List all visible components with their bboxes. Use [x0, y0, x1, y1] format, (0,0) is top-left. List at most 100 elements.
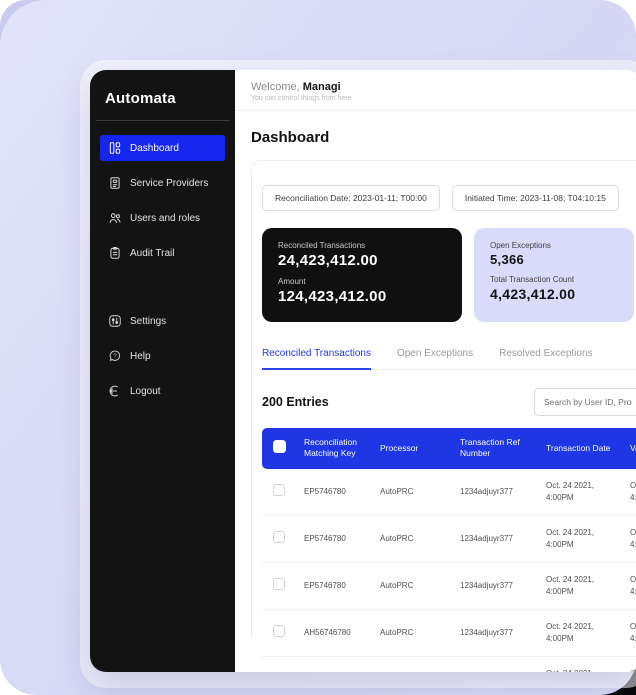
sidebar-item-label: Help	[130, 351, 151, 362]
dashboard-panel: Reconciliation Date: 2023-01-11; T00:00 …	[251, 160, 636, 638]
sidebar-item-help[interactable]: ? Help	[100, 343, 225, 369]
column-header: Transaction Ref Number	[452, 428, 538, 469]
sidebar-item-label: Audit Trail	[130, 248, 174, 259]
sidebar-divider	[96, 120, 229, 121]
stat-value: 4,423,412.00	[490, 286, 618, 302]
column-header: Value Date	[622, 428, 636, 469]
row-checkbox[interactable]	[273, 625, 285, 637]
sidebar-footer: Settings ? Help Logout	[100, 308, 225, 404]
stat-value: 5,366	[490, 252, 618, 267]
cell-ref-number: 1234adjuyr377	[452, 515, 538, 562]
dashboard-icon	[108, 141, 122, 155]
cell-processor: AutoPRC	[372, 469, 452, 516]
table-row[interactable]: EP5746780 AutoPRC 1234adjuyr377 Oct. 24 …	[262, 656, 636, 672]
reconciliation-date-chip[interactable]: Reconciliation Date: 2023-01-11; T00:00	[262, 185, 440, 211]
cell-processor: AutoPRC	[372, 656, 452, 672]
sidebar-item-label: Service Providers	[130, 178, 208, 189]
main-content: Welcome, Managi You can control things f…	[235, 70, 636, 672]
cell-transaction-date: Oct. 24 2021, 4:00PM	[538, 609, 622, 656]
sidebar-item-label: Settings	[130, 316, 166, 327]
tab-resolved-exceptions[interactable]: Resolved Exceptions	[499, 348, 592, 369]
cell-value-date: Oct. 24 2021, 4:00PM	[622, 469, 636, 516]
cell-ref-number: 1234adjuyr377	[452, 656, 538, 672]
welcome-prefix: Welcome,	[251, 81, 300, 93]
transactions-table: Reconciliation Matching Key Processor Tr…	[262, 428, 636, 672]
row-checkbox[interactable]	[273, 531, 285, 543]
top-bar: Welcome, Managi You can control things f…	[235, 70, 636, 111]
help-icon: ?	[108, 349, 122, 363]
cell-transaction-date: Oct. 24 2021, 4:00PM	[538, 656, 622, 672]
stat-label: Reconciled Transactions	[278, 241, 446, 250]
audit-trail-icon	[108, 246, 122, 260]
cell-value-date: Oct. 24 2021, 4:00PM	[622, 609, 636, 656]
cell-value-date: Oct. 24 2021, 4:00PM	[622, 515, 636, 562]
search-input[interactable]	[534, 388, 636, 416]
table-row[interactable]: EP5746780 AutoPRC 1234adjuyr377 Oct. 24 …	[262, 515, 636, 562]
stat-label: Amount	[278, 277, 446, 286]
username: Managi	[303, 81, 341, 93]
table-row[interactable]: EP5746780 AutoPRC 1234adjuyr377 Oct. 24 …	[262, 562, 636, 609]
cell-processor: AutoPRC	[372, 609, 452, 656]
cell-matching-key: EP5746780	[296, 656, 372, 672]
stat-label: Open Exceptions	[490, 241, 618, 250]
cell-matching-key: EP5746780	[296, 469, 372, 516]
tab-bar: Reconciled Transactions Open Exceptions …	[262, 348, 636, 370]
stat-value: 124,423,412.00	[278, 288, 446, 305]
logout-icon	[108, 384, 122, 398]
cell-matching-key: AH56746780	[296, 609, 372, 656]
tab-open-exceptions[interactable]: Open Exceptions	[397, 348, 473, 369]
sidebar-item-logout[interactable]: Logout	[100, 378, 225, 404]
welcome-subtitle: You can control things from here	[251, 95, 626, 102]
stat-label: Total Transaction Count	[490, 275, 618, 284]
service-providers-icon	[108, 176, 122, 190]
svg-text:?: ?	[113, 353, 116, 359]
welcome-text: Welcome, Managi	[251, 81, 626, 93]
select-all-checkbox[interactable]	[273, 440, 286, 453]
sidebar-item-users-and-roles[interactable]: Users and roles	[100, 205, 225, 231]
cell-matching-key: EP5746780	[296, 562, 372, 609]
table-row[interactable]: EP5746780 AutoPRC 1234adjuyr377 Oct. 24 …	[262, 469, 636, 516]
users-icon	[108, 211, 122, 225]
cell-ref-number: 1234adjuyr377	[452, 609, 538, 656]
app-window: Automata Dashboard Service Providers	[90, 70, 636, 672]
sidebar-item-dashboard[interactable]: Dashboard	[100, 135, 225, 161]
cell-ref-number: 1234adjuyr377	[452, 469, 538, 516]
reconciled-transactions-card: Reconciled Transactions 24,423,412.00 Am…	[262, 228, 462, 322]
sidebar-item-label: Dashboard	[130, 143, 179, 154]
table-header-row: Reconciliation Matching Key Processor Tr…	[262, 428, 636, 469]
open-exceptions-card: Open Exceptions 5,366 Total Transaction …	[474, 228, 634, 322]
row-checkbox[interactable]	[273, 484, 285, 496]
sidebar-item-label: Users and roles	[130, 213, 200, 224]
filter-chips: Reconciliation Date: 2023-01-11; T00:00 …	[262, 185, 636, 211]
stat-value: 24,423,412.00	[278, 252, 446, 269]
column-header: Processor	[372, 428, 452, 469]
sidebar-item-service-providers[interactable]: Service Providers	[100, 170, 225, 196]
column-header: Reconciliation Matching Key	[296, 428, 372, 469]
sidebar-item-label: Logout	[130, 386, 161, 397]
row-checkbox[interactable]	[273, 578, 285, 590]
cell-value-date: Oct. 24 2021, 4:00PM	[622, 562, 636, 609]
entries-count: 200 Entries	[262, 395, 329, 409]
entries-row: 200 Entries	[262, 388, 636, 416]
initiated-time-chip[interactable]: Initiated Time: 2023-11-08; T04:10:15	[452, 185, 619, 211]
cell-transaction-date: Oct. 24 2021, 4:00PM	[538, 562, 622, 609]
cell-ref-number: 1234adjuyr377	[452, 562, 538, 609]
cell-transaction-date: Oct. 24 2021, 4:00PM	[538, 469, 622, 516]
cell-transaction-date: Oct. 24 2021, 4:00PM	[538, 515, 622, 562]
cell-matching-key: EP5746780	[296, 515, 372, 562]
column-header: Transaction Date	[538, 428, 622, 469]
window-halo: Automata Dashboard Service Providers	[80, 60, 636, 688]
tab-reconciled-transactions[interactable]: Reconciled Transactions	[262, 348, 371, 370]
cell-processor: AutoPRC	[372, 515, 452, 562]
page-background: Automata Dashboard Service Providers	[0, 0, 636, 695]
stat-cards: Reconciled Transactions 24,423,412.00 Am…	[262, 228, 636, 322]
sidebar-item-settings[interactable]: Settings	[100, 308, 225, 334]
cell-value-date: Oct. 24 2021, 4:00PM	[622, 656, 636, 672]
table-row[interactable]: AH56746780 AutoPRC 1234adjuyr377 Oct. 24…	[262, 609, 636, 656]
sidebar: Automata Dashboard Service Providers	[90, 70, 235, 672]
cell-processor: AutoPRC	[372, 562, 452, 609]
page-title: Dashboard	[251, 129, 626, 146]
sidebar-item-audit-trail[interactable]: Audit Trail	[100, 240, 225, 266]
app-logo: Automata	[100, 90, 225, 107]
settings-icon	[108, 314, 122, 328]
